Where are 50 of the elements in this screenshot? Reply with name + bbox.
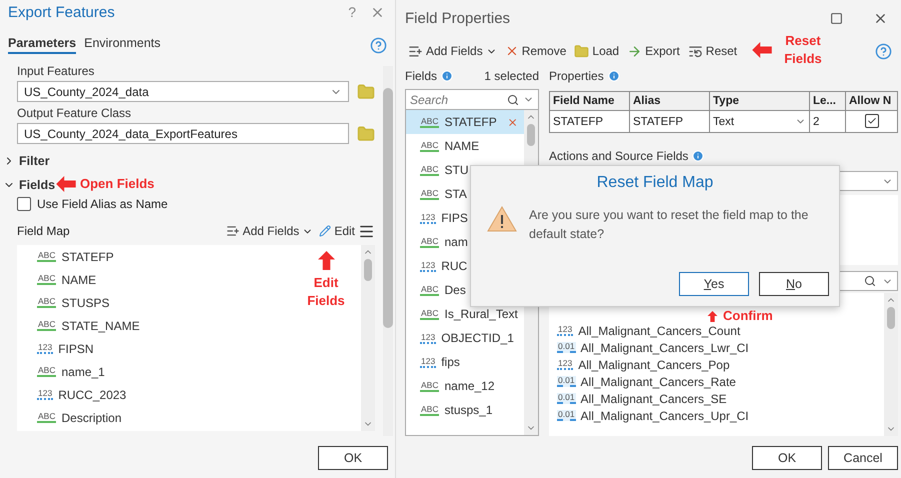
field-label: Output Feature Class [17, 106, 132, 120]
field-name: nam [444, 235, 468, 249]
field-name: STU [444, 163, 468, 177]
fields-heading: Fields [405, 69, 438, 83]
annotation-text: Edit Fields [306, 274, 346, 310]
dialog-message: Are you sure you want to reset the field map to the default state? [529, 207, 810, 243]
field-type-icon: 0.01 [557, 342, 576, 353]
field-name: name_12 [444, 379, 495, 393]
field-name: stusps_1 [444, 403, 493, 417]
annotation-text: Reset Fields [783, 32, 823, 68]
field-name: All_Malignant_Cancers_SE [580, 392, 727, 406]
field-type-icon: 0.01 [557, 410, 576, 421]
field-name: FIPS [441, 211, 468, 225]
field-name: All_Malignant_Cancers_Upr_CI [580, 408, 749, 422]
checkbox-label: Use Field Alias as Name [37, 197, 168, 211]
pane-title: Field Properties [405, 10, 510, 26]
field-type-icon: 0.01 [557, 376, 576, 387]
selection-count: 1 selected [484, 69, 539, 83]
field-name: RUC [441, 259, 468, 273]
field-name: RUCC_2023 [58, 388, 126, 402]
table-cell: STATEFP [630, 110, 710, 132]
field-name: Des [444, 283, 466, 297]
pane-title: Export Features [8, 4, 115, 20]
field-name: All_Malignant_Cancers_Count [578, 324, 740, 338]
field-name: STATE_NAME [61, 318, 140, 332]
dialog-title: Reset Field Map [596, 174, 714, 192]
actions-heading: Actions and Source Fields [549, 149, 688, 163]
field-name: FIPSN [58, 342, 94, 356]
field-name: NAME [444, 139, 480, 153]
annotation-text: Confirm [723, 307, 773, 325]
table-cell: STATEFP [550, 110, 630, 132]
field-name: Is_Rural_Text [444, 307, 518, 321]
field-map-label: Field Map [17, 224, 70, 238]
field-type-icon: 0.01 [557, 393, 576, 404]
field-name: Description [61, 410, 122, 424]
field-name: All_Malignant_Cancers_Rate [580, 374, 736, 388]
table-cell: 2 [810, 110, 846, 132]
field-name: STA [444, 187, 467, 201]
field-name: NAME [61, 272, 96, 286]
annotation-text: Open Fields [80, 175, 154, 193]
field-name: STATEFP [444, 115, 497, 129]
field-name: STATEFP [61, 250, 114, 264]
field-name: fips [441, 355, 460, 369]
field-name: All_Malignant_Cancers_Pop [578, 358, 730, 372]
field-name: STUSPS [61, 296, 110, 310]
properties-heading: Properties [549, 69, 604, 83]
field-name: name_1 [61, 364, 105, 378]
field-name: OBJECTID_1 [441, 331, 514, 345]
field-name: All_Malignant_Cancers_Lwr_CI [580, 340, 749, 354]
field-label: Input Features [17, 64, 96, 78]
